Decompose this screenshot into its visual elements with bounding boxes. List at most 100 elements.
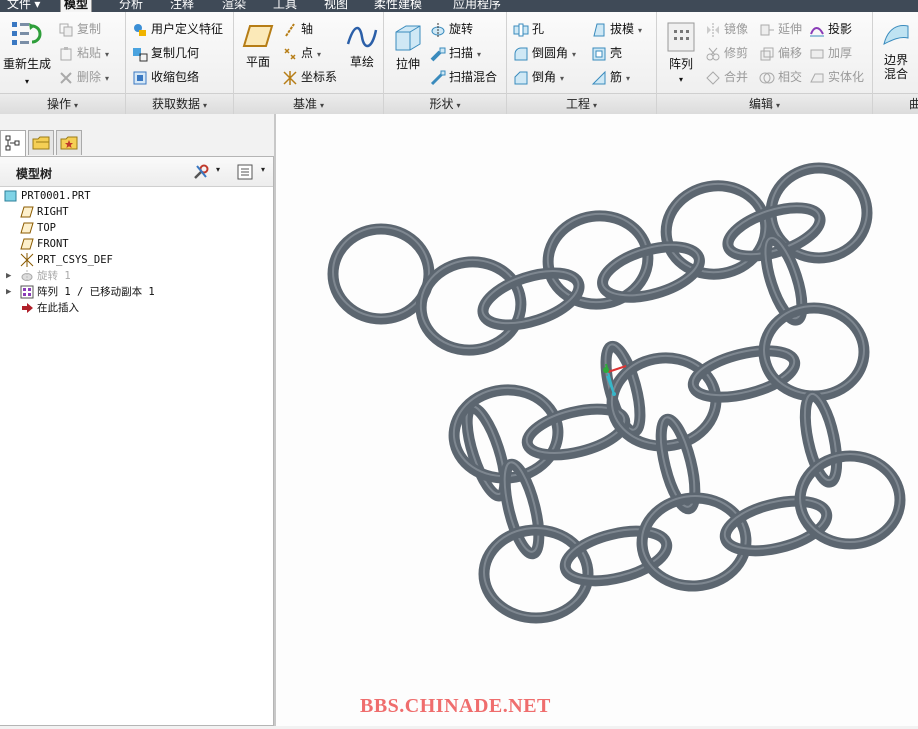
tree-item-revolve[interactable]: ▶ 旋转 1 <box>6 268 71 284</box>
plane-button[interactable]: 平面 <box>238 22 278 69</box>
paste-button[interactable]: 粘贴 ▾ <box>58 42 109 64</box>
swept-blend-button[interactable]: 扫描混合 <box>430 66 497 88</box>
merge-button[interactable]: 合并 <box>705 66 748 88</box>
draft-button[interactable]: 拔模 ▾ <box>591 18 642 40</box>
chamfer-button[interactable]: 倒角 ▾ <box>513 66 564 88</box>
expand-arrow[interactable]: ▶ <box>6 268 11 284</box>
show-dropdown-arrow[interactable]: ▾ <box>261 165 265 174</box>
axis-icon <box>285 23 295 37</box>
tab-favorites[interactable] <box>56 130 82 155</box>
shrinkwrap-icon <box>133 71 147 85</box>
settings-tools-button[interactable] <box>192 163 210 184</box>
draft-icon <box>593 23 605 37</box>
favorites-icon <box>60 136 78 150</box>
hole-button[interactable]: 孔 <box>513 18 544 40</box>
tab-view[interactable]: 视图 <box>321 0 351 12</box>
tree-item-right[interactable]: RIGHT <box>20 204 69 220</box>
copy-geometry-icon <box>133 47 148 62</box>
expand-arrow[interactable]: ▶ <box>6 284 11 300</box>
tab-render[interactable]: 渲染 <box>219 0 249 12</box>
mirror-icon <box>707 22 719 37</box>
revolve-button[interactable]: 旋转 <box>430 18 473 40</box>
group-engineering-label[interactable]: 工程 ▾ <box>507 93 656 114</box>
swept-blend-icon <box>430 70 446 85</box>
extrude-icon <box>395 25 421 51</box>
group-operations-label[interactable]: 操作 ▾ <box>0 93 125 114</box>
shrinkwrap-button[interactable]: 收缩包络 <box>132 66 199 88</box>
shell-button[interactable]: 壳 <box>591 42 622 64</box>
panel-tabs <box>0 126 275 156</box>
revolve-icon <box>21 270 33 282</box>
tree-item-front[interactable]: FRONT <box>20 236 69 252</box>
plane-icon <box>242 25 274 47</box>
solidify-button[interactable]: 实体化 <box>809 66 864 88</box>
tab-file[interactable]: 文件 ▾ <box>4 0 43 12</box>
tab-analysis[interactable]: 分析 <box>116 0 146 12</box>
tab-folder-browser[interactable] <box>28 130 54 155</box>
extrude-button[interactable]: 拉伸 <box>388 22 428 71</box>
tab-flexible-modeling[interactable]: 柔性建模 <box>371 0 425 12</box>
ring-highlight <box>332 226 430 318</box>
extend-button[interactable]: 延伸 <box>759 18 802 40</box>
copy-geometry-button[interactable]: 复制几何 <box>132 42 199 64</box>
tree-item-pattern[interactable]: ▶ 阵列 1 / 已移动副本 1 <box>6 284 155 300</box>
csys-button[interactable]: 坐标系 <box>282 66 337 88</box>
tab-model-tree[interactable] <box>0 130 26 156</box>
graphics-viewport[interactable] <box>276 114 918 726</box>
datum-plane-icon <box>20 238 34 250</box>
datum-plane-icon <box>20 222 34 234</box>
pattern-button[interactable]: 阵列 ▾ <box>661 20 701 87</box>
show-options-button[interactable] <box>236 163 254 184</box>
settings-dropdown-arrow[interactable]: ▾ <box>216 165 220 174</box>
rib-button[interactable]: 筋 ▾ <box>591 66 630 88</box>
group-surfaces-label[interactable]: 曲 <box>873 93 918 114</box>
udf-button[interactable]: 用户定义特征 <box>132 18 223 40</box>
group-surfaces: 边界 混合 曲 <box>873 12 918 114</box>
delete-icon <box>60 72 72 84</box>
round-button[interactable]: 倒圆角 ▾ <box>513 42 576 64</box>
tree-item-csys[interactable]: PRT_CSYS_DEF <box>20 252 113 268</box>
tree-item-insert-here[interactable]: 在此插入 <box>20 300 79 316</box>
boundary-blend-icon <box>883 25 909 45</box>
ring[interactable] <box>659 178 773 282</box>
sketch-button[interactable]: 草绘 <box>342 22 382 69</box>
intersect-button[interactable]: 相交 <box>759 66 802 88</box>
tab-model[interactable]: 模型 <box>60 0 93 12</box>
group-editing: 阵列 ▾ 镜像 修剪 合并 延伸 偏移 相交 投影 加厚 实体化 编辑 ▾ <box>657 12 873 114</box>
offset-button[interactable]: 偏移 <box>759 42 802 64</box>
regenerate-icon <box>12 22 42 45</box>
tree-item-part[interactable]: PRT0001.PRT <box>4 188 91 204</box>
tree-item-top[interactable]: TOP <box>20 220 56 236</box>
axis-button[interactable]: 轴 <box>282 18 313 40</box>
tab-applications[interactable]: 应用程序 <box>450 0 504 12</box>
thicken-button[interactable]: 加厚 <box>809 42 852 64</box>
group-editing-label[interactable]: 编辑 ▾ <box>657 93 872 114</box>
hole-icon <box>513 23 529 37</box>
trim-button[interactable]: 修剪 <box>705 42 748 64</box>
paste-icon <box>60 46 72 61</box>
project-button[interactable]: 投影 <box>809 18 852 40</box>
tab-annotate[interactable]: 注释 <box>167 0 197 12</box>
ring[interactable] <box>327 223 435 325</box>
copy-button[interactable]: 复制 <box>58 18 101 40</box>
delete-button[interactable]: 删除 ▾ <box>58 66 109 88</box>
group-datum-label[interactable]: 基准 ▾ <box>234 93 383 114</box>
point-icon <box>284 48 296 60</box>
tab-tools[interactable]: 工具 <box>270 0 300 12</box>
mirror-button[interactable]: 镜像 <box>705 18 748 40</box>
insert-here-icon <box>22 303 33 313</box>
chain-mail-model[interactable] <box>276 114 918 726</box>
group-shapes: 拉伸 旋转 扫描 ▾ 扫描混合 形状 ▾ <box>384 12 507 114</box>
chamfer-icon <box>514 71 528 85</box>
merge-icon <box>706 71 720 85</box>
sweep-button[interactable]: 扫描 ▾ <box>430 42 481 64</box>
group-get-data-label[interactable]: 获取数据 ▾ <box>126 93 233 114</box>
sweep-icon <box>430 47 446 62</box>
boundary-blend-button[interactable]: 边界 混合 <box>875 20 917 81</box>
group-shapes-label[interactable]: 形状 ▾ <box>384 93 506 114</box>
point-button[interactable]: 点 ▾ <box>282 42 321 64</box>
pattern-icon <box>667 22 695 52</box>
pattern-icon <box>20 285 34 299</box>
regenerate-button[interactable]: 重新生成 ▾ <box>2 18 52 89</box>
tools-icon <box>194 164 209 179</box>
